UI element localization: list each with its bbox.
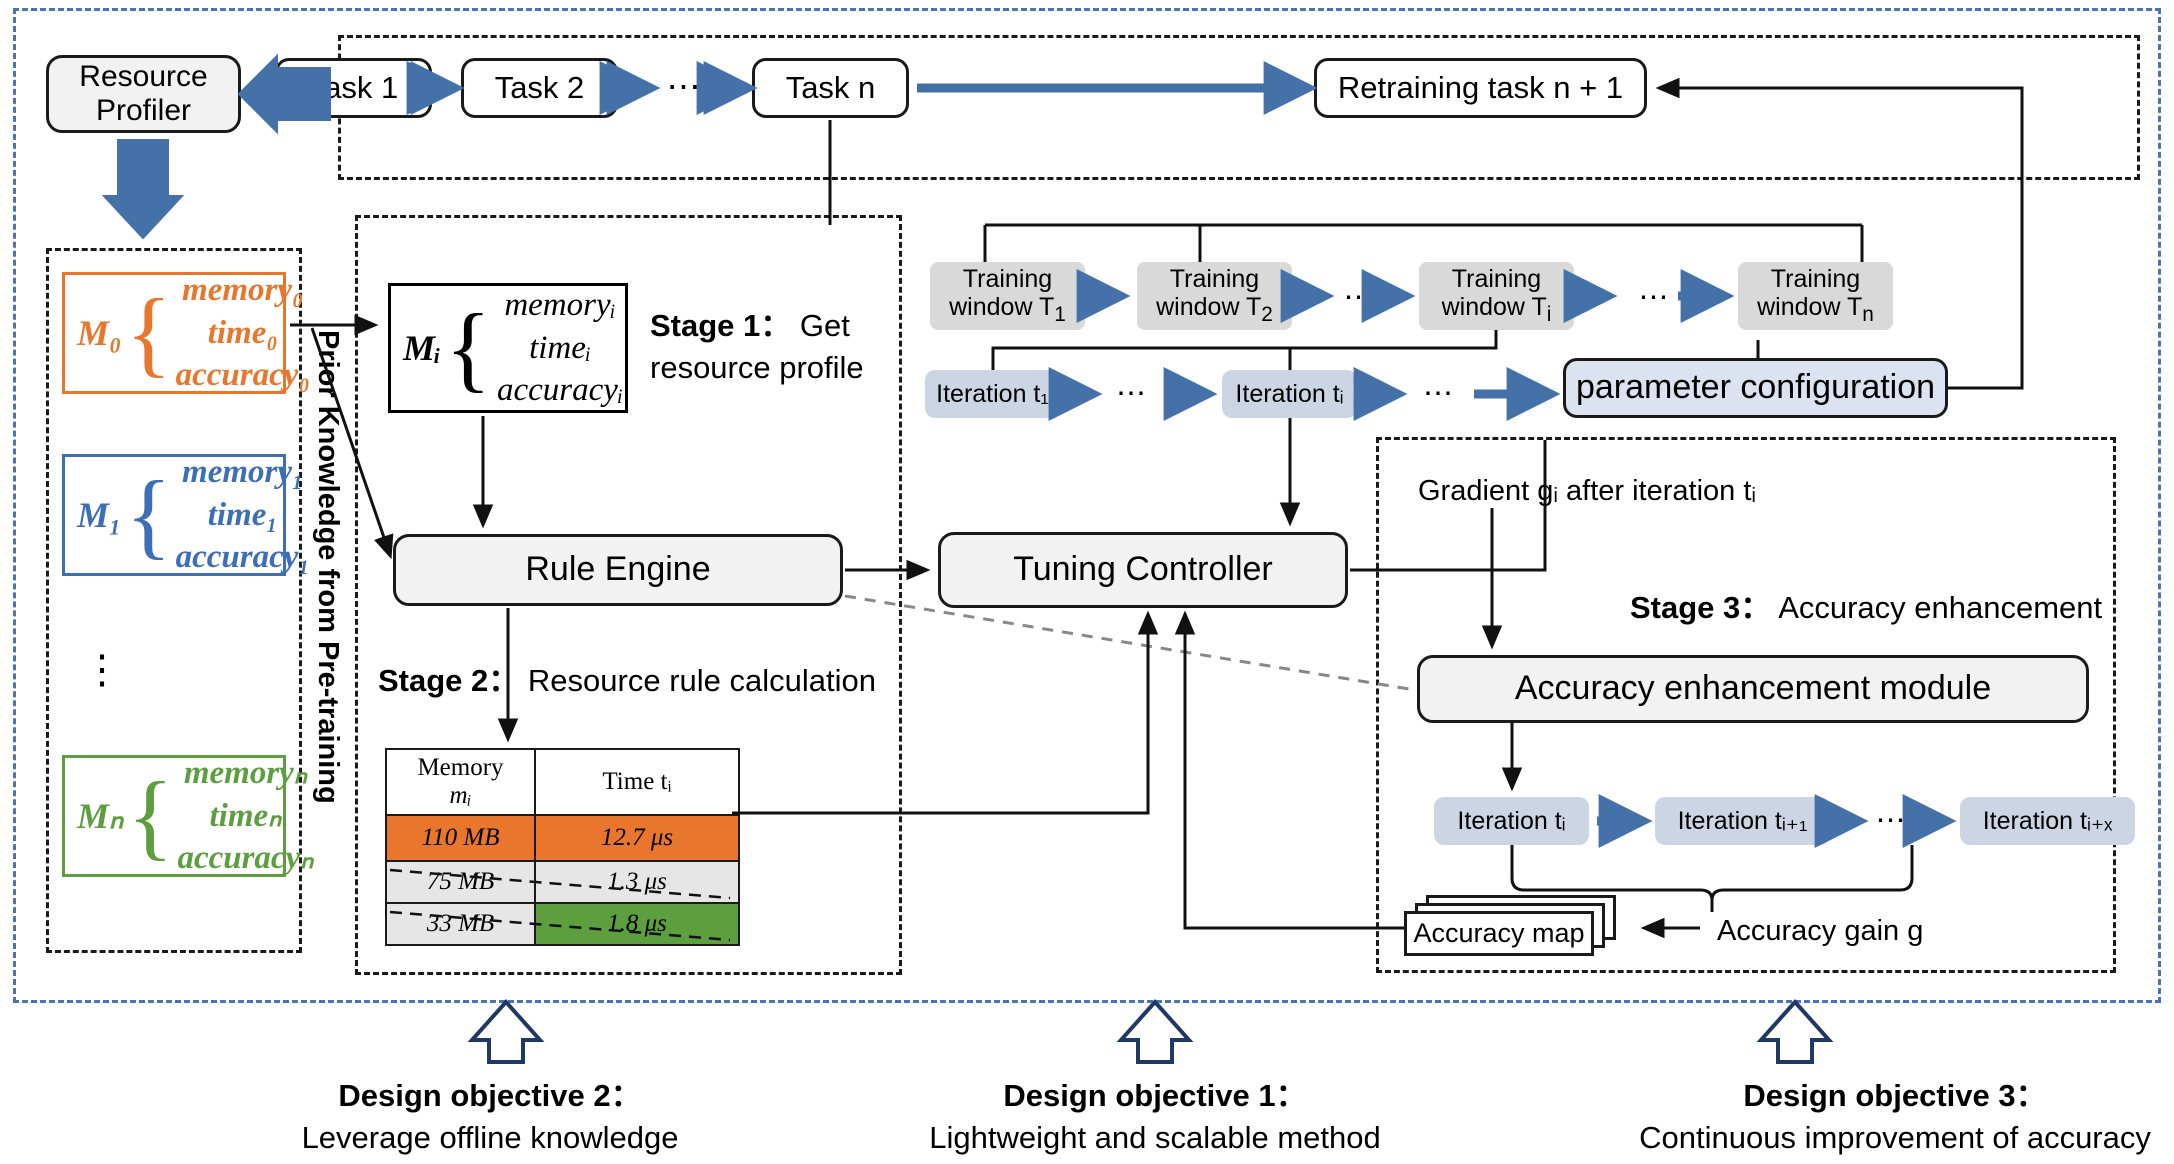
training-windows-ellipsis-2: ⋯ — [1638, 280, 1672, 314]
profile-card-m1-items: memory₁ time₁ accuracy₁ — [175, 453, 310, 576]
profile-card-mn: Mₙ { memoryₙ timeₙ accuracyₙ — [62, 755, 313, 877]
table-cell-time-3: 1.8 μs — [534, 902, 740, 946]
design-objective-3: Design objective 3： Continuous improveme… — [1600, 1075, 2174, 1159]
parameter-configuration-label: parameter configuration — [1575, 368, 1936, 407]
table-row: 75 MB 1.3 μs — [385, 860, 740, 904]
task-box-2[interactable]: Task 2 — [461, 58, 618, 118]
objective-1-arrow — [1116, 999, 1194, 1064]
objective-3-arrow — [1756, 999, 1834, 1064]
brace-icon: { — [445, 293, 492, 401]
task-box-n[interactable]: Task n — [752, 58, 909, 118]
brace-icon: { — [127, 761, 174, 869]
iteration-ti-label: Iteration tᵢ — [1235, 379, 1344, 408]
profile-card-m1: M₁ { memory₁ time₁ accuracy₁ — [62, 454, 310, 576]
task-box-n-label: Task n — [785, 70, 876, 106]
profile-card-m0-name: M₀ — [77, 313, 122, 353]
design-objective-1-title: Design objective 1： — [1003, 1078, 1307, 1113]
stage3-label-bold: Stage 3： — [1630, 590, 1772, 625]
stage3-iteration-ti-label: Iteration tᵢ — [1457, 806, 1566, 835]
stage1-label: Stage 1： Get resource profile — [650, 305, 890, 389]
accuracy-map-stack[interactable]: Accuracy map — [1404, 895, 1634, 957]
design-objective-3-text: Continuous improvement of accuracy — [1639, 1119, 2151, 1155]
retraining-task-label: Retraining task n + 1 — [1337, 70, 1624, 106]
resource-rule-table: Memory mᵢ Time tᵢ 110 MB 12.7 μs 75 MB 1… — [385, 748, 740, 946]
prior-knowledge-vertical-label: Prior Knowledge from Pre-training — [312, 330, 344, 804]
training-window-2[interactable]: Training window T2 Training window T₂ — [1137, 262, 1292, 330]
design-objective-1: Design objective 1： Lightweight and scal… — [895, 1075, 1415, 1159]
table-row: 33 MB 1.8 μs — [385, 902, 740, 946]
gradient-note: Gradient gᵢ after iteration tᵢ — [1418, 475, 1756, 507]
task-box-2-label: Task 2 — [494, 70, 585, 106]
stage3-iteration-ti1-box[interactable]: Iteration tᵢ₊₁ — [1655, 797, 1830, 845]
stage3-label-text: Accuracy enhancement — [1778, 590, 2103, 625]
table-cell-time-2: 1.3 μs — [534, 860, 740, 904]
brace-icon: { — [125, 460, 172, 568]
table-header-time: Time tᵢ — [534, 748, 740, 816]
stage3-iteration-tix-box[interactable]: Iteration tᵢ₊ₓ — [1960, 797, 2135, 845]
table-header-memory: Memory mᵢ — [385, 748, 536, 816]
iteration-t1-label: Iteration t₁ — [936, 379, 1049, 408]
stage3-iteration-ti-box[interactable]: Iteration tᵢ — [1434, 797, 1589, 845]
stage2-label-bold: Stage 2： — [378, 663, 520, 698]
profile-card-mn-items: memoryₙ timeₙ accuracyₙ — [177, 754, 314, 877]
table-cell-time-1: 12.7 μs — [534, 814, 740, 862]
design-objective-2-title: Design objective 2： — [338, 1078, 642, 1113]
table-cell-memory-3: 33 MB — [385, 902, 536, 946]
training-windows-ellipsis-1: ⋯ — [1343, 280, 1377, 314]
objective-block-arrows — [467, 999, 1834, 1064]
table-row: 110 MB 12.7 μs — [385, 814, 740, 862]
design-objective-2: Design objective 2： Leverage offline kno… — [250, 1075, 730, 1159]
diagram-canvas: Resource Profiler Task 1 Task 2 ⋯ Task n… — [0, 0, 2174, 1164]
stage2-label: Stage 2： Resource rule calculation — [378, 655, 898, 700]
tuning-controller-box[interactable]: Tuning Controller — [938, 532, 1348, 608]
task-pipeline-ellipsis: ⋯ — [666, 68, 704, 107]
rule-engine-label: Rule Engine — [525, 550, 711, 589]
table-cell-memory-2: 75 MB — [385, 860, 536, 904]
profile-card-mn-name: Mₙ — [77, 796, 124, 836]
training-window-i[interactable]: Training window Ti Training window Tᵢ — [1419, 262, 1574, 330]
stage1-profile-card-name: Mᵢ — [403, 328, 442, 368]
table-header-row: Memory mᵢ Time tᵢ — [385, 748, 740, 816]
stage3-iteration-ti1-label: Iteration tᵢ₊₁ — [1677, 806, 1808, 835]
iteration-t1-box[interactable]: Iteration t₁ — [925, 370, 1060, 418]
design-objective-1-text: Lightweight and scalable method — [929, 1119, 1381, 1155]
parameter-configuration-box[interactable]: parameter configuration — [1563, 358, 1948, 418]
stage3-iteration-tix-label: Iteration tᵢ₊ₓ — [1982, 806, 2113, 835]
stage2-label-text: Resource rule calculation — [527, 663, 876, 698]
stage1-label-bold: Stage 1： — [650, 308, 792, 343]
stage1-profile-card-items: memoryᵢ timeᵢ accuracyᵢ — [497, 286, 624, 409]
resource-rule-table-wrapper: Memory mᵢ Time tᵢ 110 MB 12.7 μs 75 MB 1… — [385, 748, 740, 946]
training-window-n[interactable]: Training window Tn Training window Tₙ — [1738, 262, 1893, 330]
tuning-controller-label: Tuning Controller — [1013, 550, 1273, 589]
stage1-profile-card: Mᵢ { memoryᵢ timeᵢ accuracyᵢ — [388, 283, 628, 413]
profile-card-m0-items: memory₀ time₀ accuracy₀ — [175, 271, 310, 394]
task-box-1[interactable]: Task 1 — [275, 58, 432, 118]
profile-card-m1-name: M₁ — [77, 495, 122, 535]
design-objective-2-text: Leverage offline knowledge — [301, 1119, 679, 1155]
accuracy-enhancement-module-label: Accuracy enhancement module — [1514, 669, 1992, 708]
resource-profiler-line2: Profiler — [95, 94, 192, 127]
objective-2-arrow — [467, 999, 545, 1064]
resource-profiler-box[interactable]: Resource Profiler — [46, 55, 241, 133]
stage3-iteration-ellipsis: ⋯ — [1875, 803, 1909, 837]
accuracy-map-label: Accuracy map — [1413, 917, 1585, 948]
brace-icon: { — [125, 278, 172, 386]
retraining-task-box[interactable]: Retraining task n + 1 — [1314, 58, 1647, 118]
profile-card-m0: M₀ { memory₀ time₀ accuracy₀ — [62, 272, 310, 394]
rule-engine-box[interactable]: Rule Engine — [393, 534, 843, 606]
accuracy-map-sheet-front: Accuracy map — [1404, 911, 1594, 956]
design-objective-3-title: Design objective 3： — [1743, 1078, 2047, 1113]
task-box-1-label: Task 1 — [308, 70, 399, 106]
table-cell-memory-1: 110 MB — [385, 814, 536, 862]
accuracy-gain-label: Accuracy gain g — [1717, 915, 1924, 947]
iteration-ti-box[interactable]: Iteration tᵢ — [1222, 370, 1357, 418]
iteration-ellipsis-2: ⋯ — [1423, 376, 1456, 410]
stage3-label: Stage 3： Accuracy enhancement — [1630, 582, 2102, 627]
training-window-1[interactable]: Training Training window T₁ window T1 — [930, 262, 1085, 330]
iteration-ellipsis-1: ⋯ — [1116, 376, 1149, 410]
profile-cards-ellipsis: ⋮ — [82, 648, 122, 692]
accuracy-enhancement-module-box[interactable]: Accuracy enhancement module — [1417, 655, 2089, 723]
resource-profiler-line1: Resource — [79, 59, 208, 93]
